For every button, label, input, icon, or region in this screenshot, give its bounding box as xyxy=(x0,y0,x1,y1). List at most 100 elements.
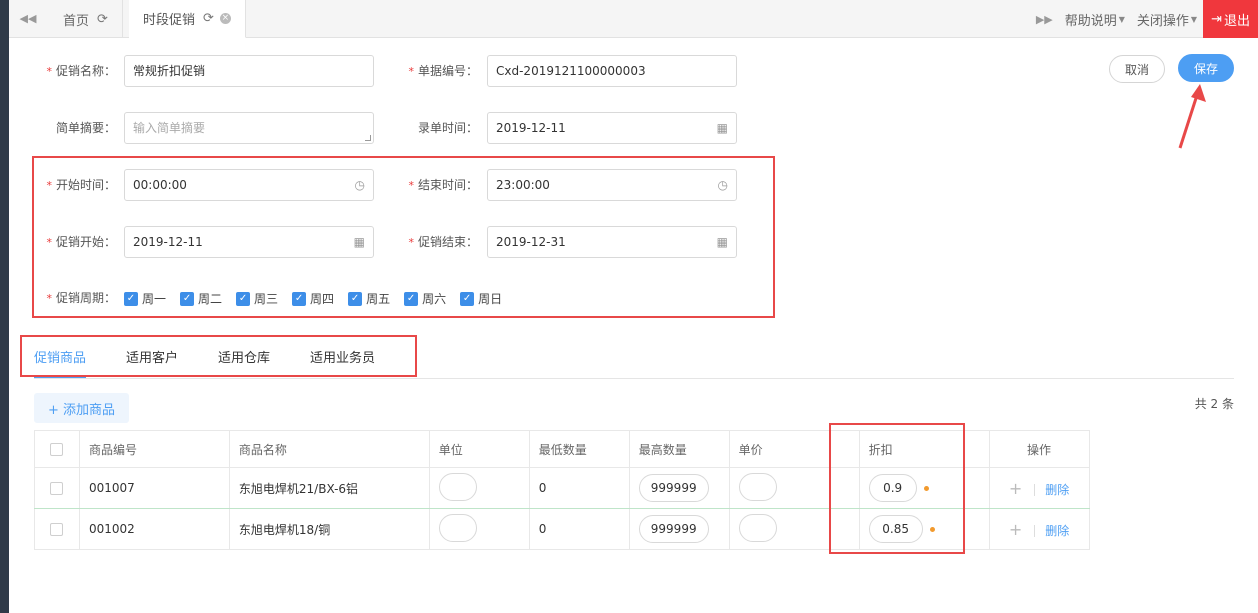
cell-name: 东旭电焊机18/铜 xyxy=(228,508,430,550)
promo-end-label: * 促销结束： xyxy=(408,235,478,249)
save-button[interactable]: 保存 xyxy=(1178,54,1234,82)
price-input[interactable] xyxy=(738,513,777,542)
col-header-min-qty: 最低数量 xyxy=(528,430,630,468)
max-qty-input[interactable]: 999999 xyxy=(638,515,709,543)
row-checkbox[interactable] xyxy=(50,482,64,495)
scroll-left-icon[interactable]: ◀◀ xyxy=(9,0,47,37)
clock-icon[interactable]: ◷ xyxy=(718,170,728,200)
tab-label: 时段促销 xyxy=(143,13,196,28)
checkbox-mon[interactable]: ✓ 周一 xyxy=(124,290,166,307)
delete-link[interactable]: 删除 xyxy=(1045,483,1069,497)
checkbox-thu[interactable]: ✓ 周四 xyxy=(292,290,334,307)
cell-code: 001002 xyxy=(78,508,230,550)
promo-name-label: * 促销名称： xyxy=(46,64,116,78)
left-sidebar-edge xyxy=(0,0,9,613)
tab-time-promo[interactable]: 时段促销 ⟳ × xyxy=(129,0,246,38)
scroll-right-icon[interactable]: ▶▶ xyxy=(1030,0,1059,38)
unit-input[interactable] xyxy=(438,472,477,501)
top-right-menu: ▶▶ 帮助说明 ▼ 关闭操作 ▼ ⇥ 退出 xyxy=(1030,0,1258,38)
checkbox-sun[interactable]: ✓ 周日 xyxy=(460,290,502,307)
annotation-arrow-icon xyxy=(1178,84,1206,149)
start-time-label: * 开始时间： xyxy=(46,178,116,192)
price-input[interactable] xyxy=(738,472,777,501)
annotation-box-discount xyxy=(829,423,965,554)
chevron-down-icon: ▼ xyxy=(1118,14,1125,24)
subtab-warehouses[interactable]: 适用仓库 xyxy=(218,340,270,378)
summary-label: 简单摘要： xyxy=(55,121,116,135)
col-header-price: 单价 xyxy=(728,430,830,468)
max-qty-input[interactable]: 999999 xyxy=(638,474,709,502)
col-header-max-qty: 最高数量 xyxy=(628,430,730,468)
subtab-promo-products[interactable]: 促销商品 xyxy=(34,340,87,379)
plus-icon[interactable]: + xyxy=(1009,520,1022,539)
col-header-unit: 单位 xyxy=(428,430,530,468)
select-all-cell xyxy=(34,430,80,468)
check-icon: ✓ xyxy=(180,291,195,306)
tab-home[interactable]: 首页 ⟳ xyxy=(49,0,123,38)
cell-min-qty: 0 xyxy=(528,508,630,550)
logout-icon: ⇥ xyxy=(1211,11,1222,27)
resize-handle-icon[interactable] xyxy=(365,135,371,141)
table-row: 001007 东旭电焊机21/BX-6铝 0 999999 0.9 + 删除 xyxy=(34,467,1235,509)
logout-button[interactable]: ⇥ 退出 xyxy=(1203,0,1258,38)
table-row: 001002 东旭电焊机18/铜 0 999999 0.85 + 删除 xyxy=(34,508,1235,550)
entry-time-input[interactable]: 2019-12-11 ▦ xyxy=(487,112,737,144)
select-all-checkbox[interactable] xyxy=(50,443,64,456)
col-header-name: 商品名称 xyxy=(228,430,430,468)
top-tab-bar: ◀◀ 首页 ⟳ 时段促销 ⟳ × ▶▶ 帮助说明 ▼ 关闭操作 ▼ ⇥ 退出 xyxy=(9,0,1258,38)
start-time-input[interactable]: 00:00:00 ◷ xyxy=(124,169,374,201)
close-icon[interactable]: × xyxy=(219,13,231,24)
check-icon: ✓ xyxy=(348,291,363,306)
cell-code: 001007 xyxy=(78,467,230,509)
col-header-code: 商品编号 xyxy=(78,430,230,468)
product-table: 商品编号 商品名称 单位 最低数量 最高数量 单价 折扣 操作 001007 东… xyxy=(34,430,1234,550)
subtab-salespersons[interactable]: 适用业务员 xyxy=(310,340,375,378)
promo-end-input[interactable]: 2019-12-31 ▦ xyxy=(487,226,737,258)
checkbox-wed[interactable]: ✓ 周三 xyxy=(236,290,278,307)
refresh-icon[interactable]: ⟳ xyxy=(97,12,108,27)
entry-time-label: 录单时间： xyxy=(417,121,478,135)
subtab-divider xyxy=(34,378,1234,379)
calendar-icon[interactable]: ▦ xyxy=(717,113,728,143)
check-icon: ✓ xyxy=(292,291,307,306)
end-time-input[interactable]: 23:00:00 ◷ xyxy=(487,169,737,201)
cycle-label: * 促销周期： xyxy=(46,291,116,305)
checkbox-fri[interactable]: ✓ 周五 xyxy=(348,290,390,307)
unit-input[interactable] xyxy=(438,513,477,542)
summary-textarea[interactable]: 输入简单摘要 xyxy=(124,112,374,144)
refresh-icon[interactable]: ⟳ xyxy=(203,11,214,26)
cancel-button[interactable]: 取消 xyxy=(1109,55,1165,83)
subtab-bar: 促销商品 适用客户 适用仓库 适用业务员 xyxy=(34,340,415,379)
plus-icon[interactable]: + xyxy=(1009,479,1022,498)
logout-label: 退出 xyxy=(1223,13,1250,29)
cell-name: 东旭电焊机21/BX-6铝 xyxy=(228,467,430,509)
checkbox-sat[interactable]: ✓ 周六 xyxy=(404,290,446,307)
promo-start-input[interactable]: 2019-12-11 ▦ xyxy=(124,226,374,258)
col-header-empty xyxy=(1088,430,1234,468)
check-icon: ✓ xyxy=(404,291,419,306)
cycle-checkbox-group: ✓ 周一 ✓ 周二 ✓ 周三 ✓ 周四 ✓ 周五 ✓ 周六 ✓ 周日 xyxy=(124,290,516,307)
help-menu[interactable]: 帮助说明 ▼ xyxy=(1059,0,1131,38)
table-header-row: 商品编号 商品名称 单位 最低数量 最高数量 单价 折扣 操作 xyxy=(34,430,1234,468)
subtab-customers[interactable]: 适用客户 xyxy=(126,340,178,378)
chevron-down-icon: ▼ xyxy=(1190,14,1198,24)
delete-link[interactable]: 删除 xyxy=(1045,524,1069,538)
check-icon: ✓ xyxy=(236,291,251,306)
doc-no-label: * 单据编号： xyxy=(408,64,478,78)
check-icon: ✓ xyxy=(460,291,475,306)
row-checkbox[interactable] xyxy=(50,523,64,536)
calendar-icon[interactable]: ▦ xyxy=(717,227,728,257)
col-header-actions: 操作 xyxy=(988,430,1090,468)
promo-name-input[interactable]: 常规折扣促销 xyxy=(124,55,374,87)
close-ops-label: 关闭操作 xyxy=(1136,13,1189,29)
total-count: 共 2 条 xyxy=(1194,397,1234,411)
help-label: 帮助说明 xyxy=(1064,13,1117,29)
close-ops-menu[interactable]: 关闭操作 ▼ xyxy=(1131,0,1203,38)
calendar-icon[interactable]: ▦ xyxy=(354,227,365,257)
doc-no-input[interactable]: Cxd-2019121100000003 xyxy=(487,55,737,87)
cell-min-qty: 0 xyxy=(528,467,630,509)
add-product-button[interactable]: + 添加商品 xyxy=(34,393,129,423)
clock-icon[interactable]: ◷ xyxy=(355,170,365,200)
checkbox-tue[interactable]: ✓ 周二 xyxy=(180,290,222,307)
end-time-label: * 结束时间： xyxy=(408,178,478,192)
